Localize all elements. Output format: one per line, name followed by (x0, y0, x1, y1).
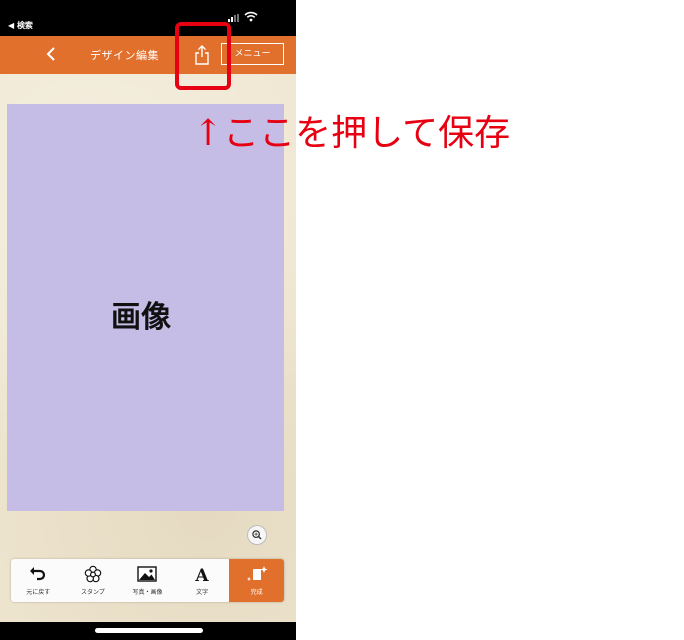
zoom-icon[interactable] (247, 525, 267, 545)
image-placeholder-label: 画像 (111, 300, 171, 335)
stamp-button[interactable]: スタンプ (66, 559, 121, 602)
page-title: デザイン編集 (90, 49, 159, 62)
text-button[interactable]: A 文字 (175, 559, 230, 602)
photo-button[interactable]: 写真・画像 (120, 559, 175, 602)
wifi-icon (244, 11, 258, 22)
image-placeholder[interactable]: 画像 (7, 104, 284, 511)
cellular-signal-icon (228, 14, 240, 22)
undo-icon (30, 567, 46, 581)
complete-button[interactable]: 完成 (229, 559, 284, 602)
home-indicator (95, 628, 203, 633)
bottom-toolbar: 元に戻す スタンプ 写真・画像 A 文字 完成 (11, 559, 284, 602)
complete-label: 完成 (250, 589, 263, 596)
status-bar: ◀ 検索 (0, 0, 296, 36)
undo-button[interactable]: 元に戻す (11, 559, 66, 602)
stamp-flower-icon (84, 565, 102, 583)
back-to-search-link[interactable]: ◀ 検索 (8, 20, 33, 31)
design-canvas-area: 画像 (0, 74, 296, 622)
navigation-bar: デザイン編集 メニュー (0, 36, 296, 74)
svg-text:A: A (194, 566, 209, 583)
photo-label: 写真・画像 (132, 589, 163, 596)
undo-label: 元に戻す (26, 589, 51, 596)
sparkle-complete-icon (246, 566, 268, 581)
text-label: 文字 (196, 589, 209, 596)
stamp-label: スタンプ (80, 589, 105, 596)
phone-screen: ◀ 検索 デザイン編集 メニュー 画像 元に戻す スタンプ 写真・画像 A 文字… (0, 0, 296, 640)
text-A-icon: A (194, 566, 209, 583)
save-instruction-annotation: ↑ここを押して保存 (193, 113, 511, 154)
highlight-annotation-box (175, 22, 231, 90)
photo-icon (137, 566, 158, 582)
back-chevron-icon[interactable] (40, 42, 64, 66)
